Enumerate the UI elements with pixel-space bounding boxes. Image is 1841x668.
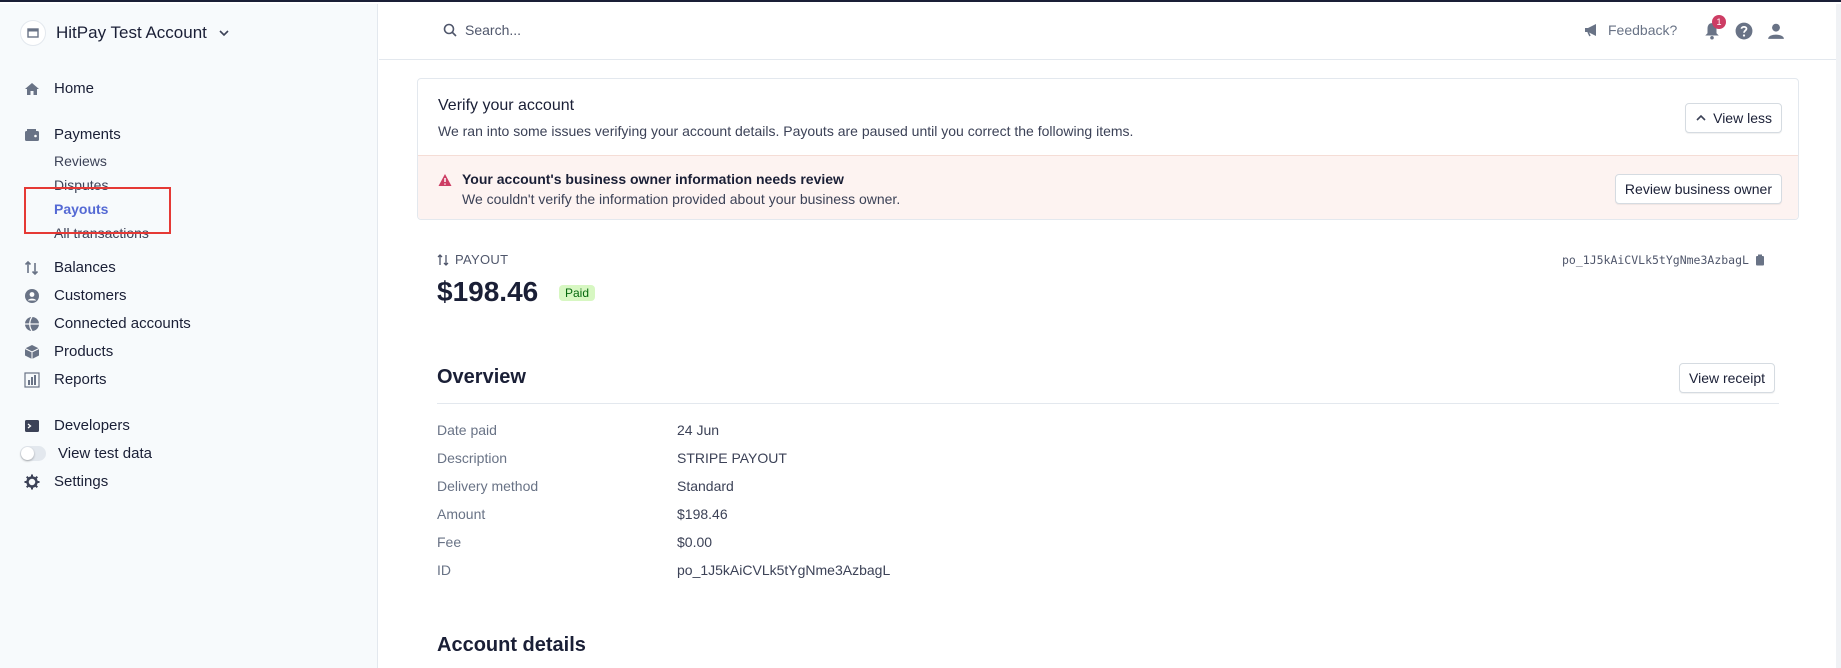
sidebar: HitPay Test Account Home Payments Review… (0, 4, 378, 668)
detail-label-date-paid: Date paid (437, 422, 497, 438)
view-test-data-toggle[interactable]: View test data (20, 445, 152, 462)
warning-banner (418, 155, 1798, 219)
search-bar[interactable]: Search... (443, 22, 521, 38)
warning-description: We couldn't verify the information provi… (462, 191, 901, 207)
view-receipt-button[interactable]: View receipt (1679, 363, 1776, 393)
detail-value-fee: $0.00 (677, 534, 713, 550)
toggle-switch[interactable] (20, 446, 46, 461)
sidebar-item-label: Payments (54, 126, 121, 143)
sidebar-item-label: Reports (54, 371, 107, 388)
divider (437, 403, 1779, 404)
verify-title: Verify your account (438, 97, 575, 114)
sidebar-item-payments[interactable]: Payments (24, 126, 121, 143)
payout-id-text: po_1J5kAiCVLk5tYgNme3AzbagL (1562, 253, 1749, 267)
home-icon (24, 81, 40, 97)
verify-account-card: Verify your account We ran into some iss… (417, 78, 1799, 220)
verify-description: We ran into some issues verifying your a… (438, 123, 1134, 139)
sidebar-item-label: Home (54, 80, 95, 97)
review-business-owner-label: Review business owner (1624, 181, 1772, 197)
view-receipt-label: View receipt (1689, 370, 1766, 386)
bar-chart-icon (24, 371, 40, 388)
payout-label-text: PAYOUT (455, 252, 509, 267)
warning-title: Your account's business owner informatio… (462, 171, 844, 187)
chevron-down-icon (219, 30, 229, 37)
detail-value-id: po_1J5kAiCVLk5tYgNme3AzbagL (677, 562, 891, 578)
sidebar-item-balances[interactable]: Balances (24, 259, 116, 276)
sidebar-item-label: View test data (58, 445, 152, 462)
overview-title: Overview (437, 366, 526, 388)
sidebar-item-settings[interactable]: Settings (24, 473, 108, 490)
sidebar-item-label: Balances (54, 259, 116, 276)
account-name: HitPay Test Account (56, 23, 207, 42)
sidebar-item-reviews[interactable]: Reviews (54, 153, 107, 169)
feedback-label: Feedback? (1608, 22, 1678, 38)
clipboard-icon[interactable] (1755, 254, 1765, 266)
box-icon (24, 344, 40, 360)
search-icon (443, 23, 457, 37)
user-circle-icon (24, 288, 40, 304)
account-switcher[interactable]: HitPay Test Account (20, 20, 231, 46)
wallet-icon (24, 127, 40, 143)
detail-label-id: ID (437, 562, 451, 578)
sidebar-item-label: Settings (54, 473, 109, 490)
scrollbar[interactable] (1836, 4, 1841, 668)
sidebar-item-developers[interactable]: Developers (24, 417, 130, 434)
sidebar-item-products[interactable]: Products (24, 343, 113, 360)
gear-icon (24, 474, 40, 490)
highlight-annotation-box (24, 187, 171, 234)
detail-label-description: Description (437, 450, 508, 466)
sidebar-item-label: Customers (54, 287, 127, 304)
search-input[interactable]: Search... (465, 22, 521, 38)
detail-value-amount: $198.46 (677, 506, 728, 522)
detail-value-delivery-method: Standard (677, 478, 734, 494)
detail-label-fee: Fee (437, 534, 462, 550)
sidebar-item-customers[interactable]: Customers (24, 287, 127, 304)
payout-amount: $198.46 (437, 276, 539, 307)
account-details-title: Account details (437, 634, 586, 656)
globe-icon (24, 316, 40, 332)
sidebar-item-label: Developers (54, 417, 130, 434)
store-icon (20, 20, 46, 46)
chevron-up-icon (1696, 114, 1706, 121)
terminal-icon (24, 418, 40, 434)
detail-label-amount: Amount (437, 506, 486, 522)
status-badge: Paid (559, 285, 596, 301)
help-icon[interactable] (1735, 22, 1753, 40)
notification-badge: 1 (1712, 15, 1726, 29)
detail-label-delivery-method: Delivery method (437, 478, 539, 494)
view-less-button[interactable]: View less (1685, 103, 1782, 133)
detail-value-date-paid: 24 Jun (677, 422, 720, 438)
sidebar-item-reports[interactable]: Reports (24, 371, 107, 388)
payout-id-copy[interactable]: po_1J5kAiCVLk5tYgNme3AzbagL (1562, 253, 1765, 267)
arrows-updown-icon (437, 253, 449, 266)
sidebar-item-label: Products (54, 343, 114, 360)
megaphone-icon (1585, 24, 1596, 37)
sidebar-item-home[interactable]: Home (24, 80, 94, 97)
view-less-label: View less (1713, 110, 1772, 126)
feedback-button[interactable]: Feedback? (1584, 22, 1677, 38)
detail-value-description: STRIPE PAYOUT (677, 450, 787, 466)
sidebar-item-label: Connected accounts (54, 315, 191, 332)
review-business-owner-button[interactable]: Review business owner (1614, 174, 1782, 204)
warning-icon (438, 174, 452, 186)
arrows-updown-icon (24, 260, 40, 276)
payout-label: PAYOUT (437, 252, 508, 267)
user-icon[interactable] (1767, 22, 1785, 40)
sidebar-item-connected-accounts[interactable]: Connected accounts (24, 315, 191, 332)
